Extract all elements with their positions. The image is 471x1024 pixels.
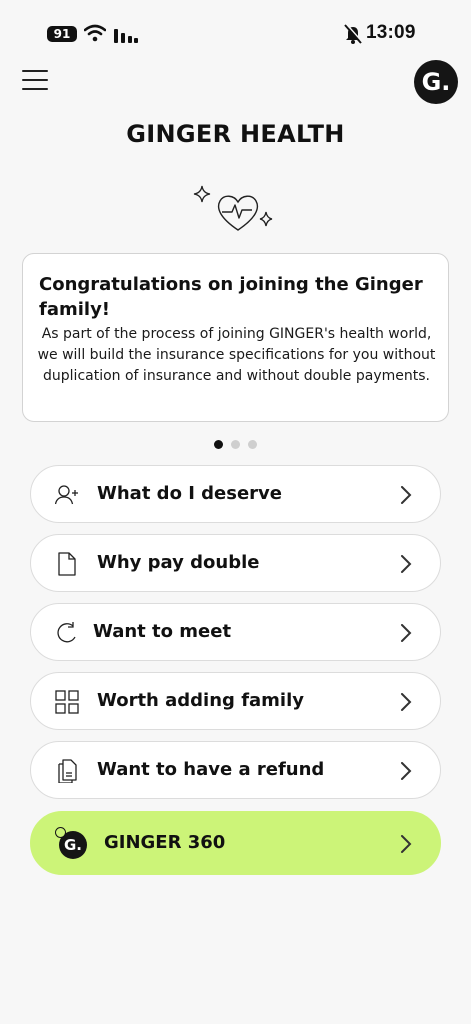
pager-dot-3[interactable]: [248, 440, 257, 449]
wifi-icon: [84, 24, 106, 42]
signal-icon: [114, 29, 138, 43]
menu-item-label: What do I deserve: [97, 483, 283, 504]
menu-item-why-pay-double[interactable]: Why pay double: [30, 534, 441, 592]
welcome-card: Congratulations on joining the Ginger fa…: [22, 253, 449, 422]
menu-item-what-do-i-deserve[interactable]: What do I deserve: [30, 465, 441, 523]
page-title: GINGER HEALTH: [126, 120, 345, 148]
hamburger-icon[interactable]: [22, 70, 48, 92]
chevron-right-icon: [401, 555, 412, 573]
document-icon: [58, 552, 76, 576]
menu-item-label: Want to meet: [93, 621, 232, 642]
chevron-right-icon: [401, 762, 412, 780]
battery-level: 91: [53, 27, 71, 41]
refresh-icon: [57, 622, 76, 643]
receipt-icon: [58, 759, 77, 783]
chevron-right-icon: [401, 486, 412, 504]
heart-sparkle-icon: [193, 185, 273, 231]
menu-item-label: Worth adding family: [97, 690, 304, 711]
card-body: As part of the process of joining GINGER…: [37, 326, 436, 384]
menu-item-label: GINGER 360: [104, 832, 226, 853]
menu-item-want-to-have-a-refund[interactable]: Want to have a refund: [30, 741, 441, 799]
menu-item-want-to-meet[interactable]: Want to meet: [30, 603, 441, 661]
user-plus-icon: [55, 485, 78, 505]
profile-logo[interactable]: G.: [414, 60, 458, 104]
chevron-right-icon: [401, 693, 412, 711]
menu-item-label: Want to have a refund: [97, 759, 325, 780]
status-time: 13:09: [366, 22, 416, 43]
pager-dot-2[interactable]: [231, 440, 240, 449]
chevron-right-icon: [401, 624, 412, 642]
pager-dot-1[interactable]: [214, 440, 223, 449]
status-bar: 91 13:09: [0, 0, 471, 64]
card-heading: Congratulations on joining the Ginger fa…: [39, 274, 423, 320]
menu-item-ginger-360[interactable]: G. GINGER 360: [30, 811, 441, 875]
chevron-right-icon: [401, 835, 412, 853]
menu-item-label: Why pay double: [97, 552, 260, 573]
ginger-badge-dot: [55, 827, 66, 838]
carousel-pager: [214, 440, 257, 449]
bell-muted-icon: [344, 24, 362, 44]
menu-item-worth-adding-family[interactable]: Worth adding family: [30, 672, 441, 730]
grid-icon: [55, 690, 79, 714]
battery-icon: 91: [47, 26, 77, 42]
